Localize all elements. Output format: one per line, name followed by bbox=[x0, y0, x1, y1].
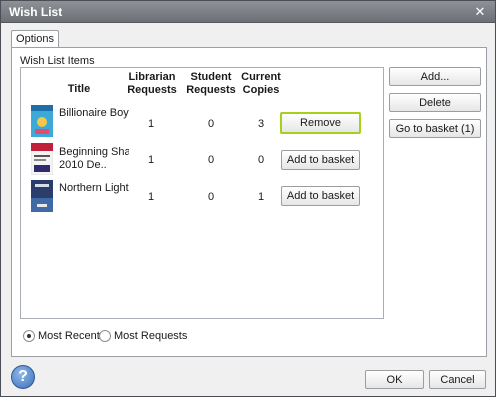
cancel-button[interactable]: Cancel bbox=[429, 370, 486, 389]
current-copies-value: 3 bbox=[257, 118, 265, 130]
title-bar: Wish List ✕ bbox=[1, 1, 495, 23]
column-header-copies-line2: Copies bbox=[242, 84, 280, 96]
column-header-student-line1: Student bbox=[190, 71, 232, 83]
book-title: Billionaire Boy bbox=[59, 107, 129, 120]
wish-list-items-label: Wish List Items bbox=[20, 55, 95, 67]
delete-button[interactable]: Delete bbox=[389, 93, 481, 112]
radio-label-most-requests: Most Requests bbox=[114, 330, 188, 342]
student-requests-value: 0 bbox=[207, 154, 215, 166]
book-title: Northern Light bbox=[59, 182, 129, 195]
column-header-student-line2: Requests bbox=[186, 84, 236, 96]
radio-button-selected[interactable] bbox=[23, 330, 35, 342]
book-cover-image bbox=[31, 143, 53, 175]
book-cover-image bbox=[31, 105, 53, 137]
book-title-line1: Billionaire Boy bbox=[59, 107, 129, 119]
ok-button[interactable]: OK bbox=[365, 370, 424, 389]
current-copies-value: 1 bbox=[257, 191, 265, 203]
window-title: Wish List bbox=[9, 5, 63, 19]
current-copies-value: 0 bbox=[257, 154, 265, 166]
librarian-requests-value: 1 bbox=[147, 191, 155, 203]
book-title-line2: 2010 De.. bbox=[59, 159, 107, 171]
tab-options[interactable]: Options bbox=[11, 30, 59, 48]
add-button[interactable]: Add... bbox=[389, 67, 481, 86]
book-title: Beginning Sha 2010 De.. bbox=[59, 146, 129, 172]
librarian-requests-value: 1 bbox=[147, 154, 155, 166]
column-header-librarian-line2: Requests bbox=[127, 84, 177, 96]
radio-label-most-recent: Most Recent bbox=[38, 330, 100, 342]
add-to-basket-button[interactable]: Add to basket bbox=[281, 150, 360, 170]
column-header-librarian-line1: Librarian bbox=[128, 71, 176, 83]
book-cover-image bbox=[31, 180, 53, 212]
student-requests-value: 0 bbox=[207, 118, 215, 130]
column-header-current-copies: Current Copies bbox=[239, 71, 283, 97]
remove-button[interactable]: Remove bbox=[280, 112, 361, 134]
close-icon[interactable]: ✕ bbox=[472, 4, 488, 20]
student-requests-value: 0 bbox=[207, 191, 215, 203]
wish-list-dialog: Wish List ✕ Options Wish List Items Titl… bbox=[0, 0, 496, 397]
go-to-basket-button[interactable]: Go to basket (1) bbox=[389, 119, 481, 138]
column-header-copies-line1: Current bbox=[241, 71, 281, 83]
book-title-line1: Beginning Sha bbox=[59, 146, 129, 158]
add-to-basket-button[interactable]: Add to basket bbox=[281, 186, 360, 206]
help-icon[interactable]: ? bbox=[11, 365, 35, 389]
book-title-line1: Northern Light bbox=[59, 182, 129, 194]
column-header-title: Title bbox=[67, 83, 91, 95]
column-header-student-requests: Student Requests bbox=[185, 71, 237, 97]
radio-button-unselected[interactable] bbox=[99, 330, 111, 342]
librarian-requests-value: 1 bbox=[147, 118, 155, 130]
column-header-librarian-requests: Librarian Requests bbox=[121, 71, 183, 97]
